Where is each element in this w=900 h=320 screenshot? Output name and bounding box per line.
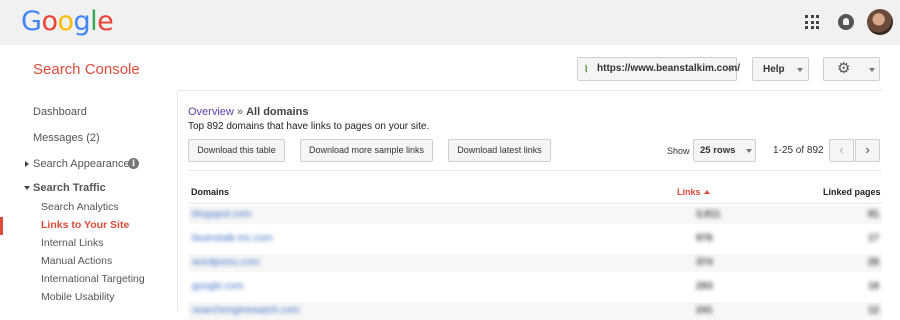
google-bar: Google xyxy=(0,0,900,45)
chevron-down-icon[interactable] xyxy=(24,186,30,190)
help-label: Help xyxy=(763,64,785,75)
download-latest-links-button[interactable]: Download latest links xyxy=(448,139,551,162)
active-indicator xyxy=(0,217,3,235)
next-page-button[interactable]: › xyxy=(855,139,880,162)
logo-letter: e xyxy=(97,6,114,37)
domain-cell[interactable]: wordpress.com xyxy=(192,257,260,268)
pagination-range: 1-25 of 892 xyxy=(773,145,824,156)
logo-letter: g xyxy=(73,6,91,37)
divider xyxy=(178,90,882,91)
sidebar-subitem-international-targeting[interactable]: International Targeting xyxy=(41,273,145,285)
links-cell: 293 xyxy=(696,281,713,292)
domain-cell[interactable]: beanstalk-inc.com xyxy=(192,233,273,244)
site-favicon-icon: ⌇ xyxy=(584,64,589,74)
linked-pages-cell: 17 xyxy=(868,233,880,244)
breadcrumb: Overview » All domains xyxy=(188,106,308,118)
domain-cell[interactable]: google.com xyxy=(192,281,244,292)
show-label: Show xyxy=(667,146,690,156)
breadcrumb-current: All domains xyxy=(246,106,309,118)
info-icon[interactable]: i xyxy=(128,158,139,169)
chevron-down-icon xyxy=(869,68,875,72)
previous-page-button[interactable]: ‹ xyxy=(829,139,854,162)
links-cell: 374 xyxy=(696,257,713,268)
column-header-links[interactable]: Links xyxy=(677,187,710,197)
sidebar-item-messages[interactable]: Messages (2) xyxy=(33,132,100,144)
rows-value: 25 rows xyxy=(700,145,736,156)
divider xyxy=(188,170,882,171)
links-header-label: Links xyxy=(677,187,701,197)
chevron-down-icon xyxy=(746,149,752,153)
sidebar-subitem-internal-links[interactable]: Internal Links xyxy=(41,237,103,249)
breadcrumb-overview-link[interactable]: Overview xyxy=(188,106,234,118)
links-cell: 3,811 xyxy=(696,209,721,220)
logo-letter: o xyxy=(57,6,74,37)
linked-pages-cell: 26 xyxy=(868,257,880,268)
logo-letter: o xyxy=(41,6,58,37)
column-header-domains[interactable]: Domains xyxy=(191,187,229,197)
domain-cell[interactable]: blogspot.com xyxy=(192,209,251,220)
sidebar-item-search-traffic[interactable]: Search Traffic xyxy=(33,182,106,194)
site-selector[interactable]: ⌇ https://www.beanstalkim.com/ xyxy=(577,57,740,81)
sidebar-subitem-mobile-usability[interactable]: Mobile Usability xyxy=(41,291,115,303)
chevron-down-icon xyxy=(797,68,803,72)
column-header-linked-pages[interactable]: Linked pages xyxy=(823,187,881,197)
chevron-right-icon[interactable] xyxy=(25,161,29,167)
linked-pages-cell: 18 xyxy=(868,281,880,292)
sidebar-item-dashboard[interactable]: Dashboard xyxy=(33,106,87,118)
google-logo[interactable]: Google xyxy=(21,6,114,37)
links-cell: 976 xyxy=(696,233,713,244)
settings-button[interactable]: ⚙ xyxy=(823,57,880,81)
console-header: Search Console ⌇ https://www.beanstalkim… xyxy=(0,45,900,92)
table-row[interactable]: beanstalk-inc.com 976 17 xyxy=(188,230,882,248)
download-table-button[interactable]: Download this table xyxy=(188,139,285,162)
sidebar-item-search-appearance[interactable]: Search Appearance xyxy=(33,158,130,170)
account-avatar[interactable] xyxy=(867,9,893,35)
breadcrumb-separator: » xyxy=(236,106,244,118)
sidebar-subitem-manual-actions[interactable]: Manual Actions xyxy=(41,255,112,267)
sidebar-subitem-search-analytics[interactable]: Search Analytics xyxy=(41,201,119,213)
table-row[interactable]: wordpress.com 374 26 xyxy=(188,254,882,272)
apps-grid-icon[interactable] xyxy=(805,15,819,29)
page-subtitle: Top 892 domains that have links to pages… xyxy=(188,121,430,132)
site-url: https://www.beanstalkim.com/ xyxy=(597,63,740,74)
table-row[interactable]: searchenginewatch.com 241 12 xyxy=(188,302,882,320)
product-title[interactable]: Search Console xyxy=(33,61,140,78)
table-row[interactable]: google.com 293 18 xyxy=(188,278,882,296)
notifications-icon[interactable] xyxy=(838,14,854,30)
divider xyxy=(188,203,882,204)
help-button[interactable]: Help xyxy=(752,57,809,81)
gear-icon: ⚙ xyxy=(837,60,851,77)
table-row[interactable]: blogspot.com 3,811 81 xyxy=(188,206,882,224)
logo-letter: G xyxy=(21,6,42,37)
download-sample-links-button[interactable]: Download more sample links xyxy=(300,139,433,162)
sidebar-subitem-links-to-your-site[interactable]: Links to Your Site xyxy=(41,219,129,231)
logo-letter: l xyxy=(90,6,98,37)
sort-ascending-icon xyxy=(703,190,710,194)
chevron-down-icon xyxy=(727,68,733,72)
rows-per-page-select[interactable]: 25 rows xyxy=(693,139,756,162)
linked-pages-cell: 81 xyxy=(868,209,880,220)
